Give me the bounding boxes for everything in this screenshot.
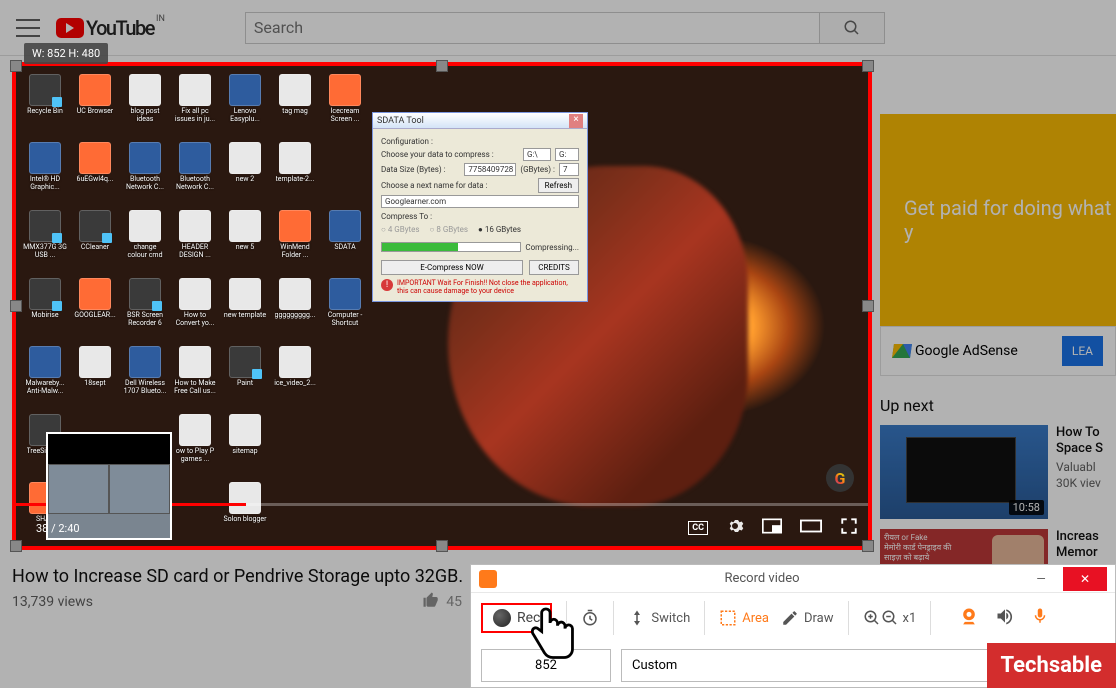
resize-handle[interactable] xyxy=(10,300,22,312)
draw-button[interactable]: Draw xyxy=(781,609,834,627)
progress-bar xyxy=(381,242,521,252)
resize-handle[interactable] xyxy=(436,60,448,72)
desktop-icon[interactable]: new template xyxy=(222,278,268,342)
desktop-icon[interactable]: change colour cmd xyxy=(122,210,168,274)
zoom-out-button[interactable] xyxy=(881,609,899,627)
ad-banner[interactable]: Get paid for doing what y xyxy=(880,114,1116,326)
desktop-icon[interactable]: new 2 xyxy=(222,142,268,206)
like-count: 45 xyxy=(446,594,462,610)
desktop-icon[interactable]: 18sept xyxy=(72,346,118,410)
drive-select[interactable]: G:\ xyxy=(523,148,551,161)
desktop-icon[interactable]: How to Make Free Call us... xyxy=(172,346,218,410)
record-button[interactable]: Rec xyxy=(481,603,552,633)
ecompress-button[interactable]: E-Compress NOW xyxy=(381,260,523,275)
app-icon xyxy=(479,570,497,588)
view-count: 13,739 views xyxy=(12,594,93,610)
desktop-icon[interactable]: WinMend Folder ... xyxy=(272,210,318,274)
radio-8gb[interactable]: ○ 8 GBytes xyxy=(430,225,469,234)
radio-16gb[interactable]: ● 16 GBytes xyxy=(478,225,521,234)
theater-icon[interactable] xyxy=(800,518,822,538)
desktop-icon[interactable]: new 5 xyxy=(222,210,268,274)
desktop-icon[interactable]: sitemap xyxy=(222,414,268,478)
fullscreen-icon[interactable] xyxy=(840,517,858,539)
settings-icon[interactable] xyxy=(726,517,744,539)
desktop-icon[interactable]: tag mag xyxy=(272,74,318,138)
timer-button[interactable] xyxy=(581,609,599,627)
desktop-icon[interactable]: BSR Screen Recorder 6 xyxy=(122,278,168,342)
window-title: Record video xyxy=(505,571,1019,586)
video-player[interactable]: Recycle BinUC Browserblog post ideasFix … xyxy=(12,62,872,550)
desktop-icon[interactable]: CCleaner xyxy=(72,210,118,274)
watermark: Techsable xyxy=(987,643,1116,688)
webcam-icon[interactable] xyxy=(959,606,979,630)
desktop-icon[interactable]: MMX377G 3G USB ... xyxy=(22,210,68,274)
speaker-icon[interactable] xyxy=(995,606,1015,630)
desktop-icon[interactable]: SDATA xyxy=(322,210,368,274)
resize-handle[interactable] xyxy=(862,60,874,72)
video-time: 38 / 2:40 xyxy=(36,522,80,535)
adsense-logo: Google AdSense xyxy=(893,343,1018,359)
desktop-icon[interactable]: Malwareby... Anti-Malw... xyxy=(22,346,68,410)
record-icon xyxy=(493,609,511,627)
name-field[interactable]: Googlearner.com xyxy=(381,195,579,208)
credits-button[interactable]: CREDITS xyxy=(529,260,579,275)
desktop-icon[interactable]: template-2... xyxy=(272,142,318,206)
desktop-icon[interactable]: blog post ideas xyxy=(122,74,168,138)
upnext-heading: Up next xyxy=(880,396,1116,415)
desktop-icon[interactable]: ggggggggg... xyxy=(272,278,318,342)
recommendation-item[interactable]: 10:58 How ToSpace S Valuabl 30K viev xyxy=(880,425,1116,519)
desktop-icon[interactable]: HEADER DESIGN ... xyxy=(172,210,218,274)
desktop-icon[interactable]: UC Browser xyxy=(72,74,118,138)
desktop-icon[interactable]: 6uEGwl4q... xyxy=(72,142,118,206)
desktop-icon[interactable]: Dell Wireless 1707 Blueto... xyxy=(122,346,168,410)
google-badge-icon: G xyxy=(826,464,854,492)
zoom-in-button[interactable] xyxy=(863,609,881,627)
close-icon[interactable]: × xyxy=(569,114,583,128)
search-button[interactable] xyxy=(820,12,885,44)
window-title: SDATA Tool xyxy=(377,116,424,126)
mic-icon[interactable] xyxy=(1031,606,1049,630)
area-button[interactable]: Area xyxy=(719,609,769,627)
duration-badge: 10:58 xyxy=(1009,500,1044,515)
gbytes-field[interactable]: 7 xyxy=(559,163,579,176)
desktop-icon[interactable]: Bluetooth Network C... xyxy=(122,142,168,206)
zoom-level: x1 xyxy=(903,611,917,626)
desktop-icon[interactable]: ice_video_2... xyxy=(272,346,318,410)
desktop-icon[interactable]: How to Convert yo... xyxy=(172,278,218,342)
like-icon[interactable] xyxy=(422,591,440,613)
ad-cta-button[interactable]: LEA xyxy=(1062,336,1103,366)
warning-icon: ! xyxy=(381,279,393,291)
desktop-icon[interactable]: Computer - Shortcut xyxy=(322,278,368,342)
capture-size-label: W: 852 H: 480 xyxy=(24,43,108,64)
resize-handle[interactable] xyxy=(10,540,22,552)
desktop-icon[interactable]: Icecream Screen ... xyxy=(322,74,368,138)
resize-handle[interactable] xyxy=(436,540,448,552)
desktop-icon[interactable]: Fix all pc issues in ju... xyxy=(172,74,218,138)
close-button[interactable]: ✕ xyxy=(1063,567,1107,591)
desktop-icon[interactable]: Intel® HD Graphic... xyxy=(22,142,68,206)
hamburger-icon[interactable] xyxy=(16,16,40,40)
desktop-icon[interactable]: GOOGLEAR... xyxy=(72,278,118,342)
minimize-button[interactable]: — xyxy=(1019,567,1063,591)
width-input[interactable] xyxy=(481,649,611,682)
radio-4gb[interactable]: ○ 4 GBytes xyxy=(381,225,420,234)
switch-button[interactable]: Switch xyxy=(628,609,690,627)
desktop-icon[interactable]: ow to Play P games ... xyxy=(172,414,218,478)
desktop-icon[interactable]: Bluetooth Network C... xyxy=(172,142,218,206)
youtube-logo[interactable]: YouTubeIN xyxy=(56,16,165,40)
resize-handle[interactable] xyxy=(862,540,874,552)
desktop-icon[interactable]: Mobirise xyxy=(22,278,68,342)
sdata-tool-window: SDATA Tool × Configuration : Choose your… xyxy=(372,112,588,302)
size-field[interactable]: 7758409728 xyxy=(464,163,516,176)
desktop-icon[interactable]: Paint xyxy=(222,346,268,410)
desktop-icon[interactable]: Lenovo Easyplu... xyxy=(222,74,268,138)
refresh-button[interactable]: Refresh xyxy=(538,178,579,193)
cc-icon[interactable]: CC xyxy=(688,521,708,535)
resize-handle[interactable] xyxy=(862,300,874,312)
drive-out: G: xyxy=(555,148,579,161)
desktop-icon[interactable]: Recycle Bin xyxy=(22,74,68,138)
resize-handle[interactable] xyxy=(10,60,22,72)
search-input[interactable] xyxy=(245,12,820,44)
miniplayer-icon[interactable] xyxy=(762,518,782,538)
